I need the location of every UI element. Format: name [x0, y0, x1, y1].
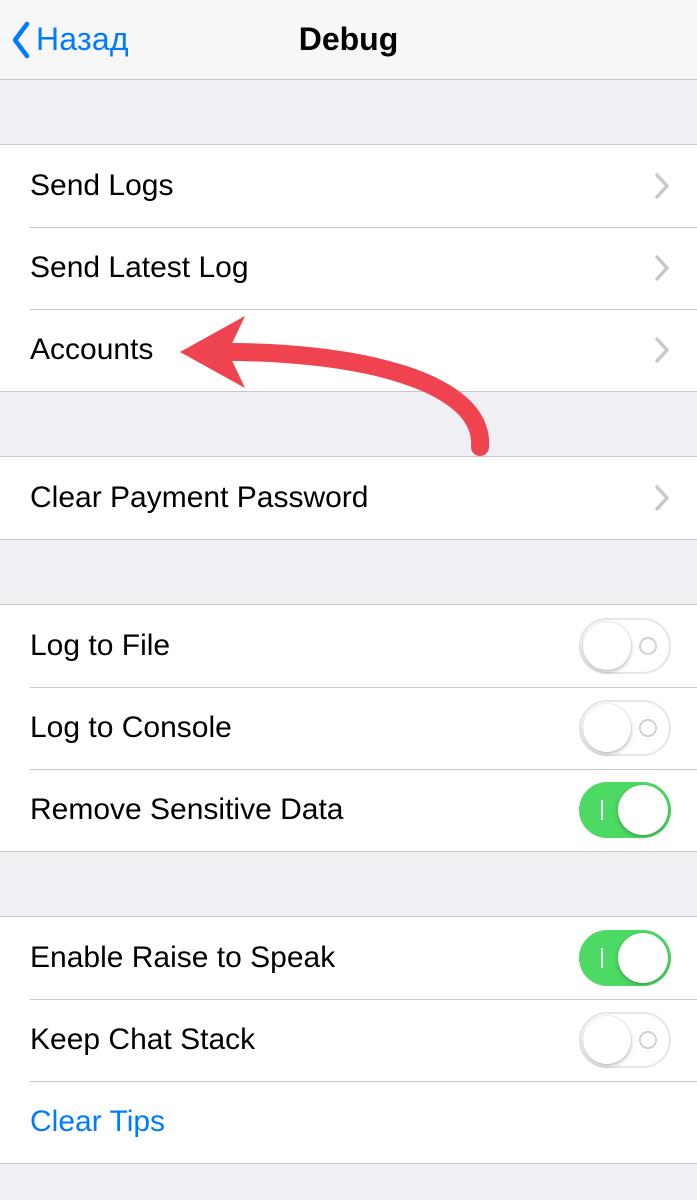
cell-label: Send Logs [30, 169, 173, 203]
cell-log-to-console[interactable]: Log to Console [0, 687, 697, 769]
cell-accounts[interactable]: Accounts [0, 309, 697, 391]
cell-label: Keep Chat Stack [30, 1023, 255, 1057]
switch-on[interactable] [579, 782, 671, 838]
cell-enable-raise-to-speak[interactable]: Enable Raise to Speak [0, 917, 697, 999]
back-label: Назад [36, 21, 129, 58]
cell-label: Clear Tips [30, 1105, 165, 1139]
settings-group: Clear Payment Password [0, 456, 697, 540]
settings-group: Log to File Log to Console Remove Sensitiv… [0, 604, 697, 852]
cell-label: Accounts [30, 333, 153, 367]
cell-label: Enable Raise to Speak [30, 941, 335, 975]
cell-label: Remove Sensitive Data [30, 793, 343, 827]
cell-label: Clear Payment Password [30, 481, 368, 515]
switch-on[interactable] [579, 930, 671, 986]
settings-group: Send Logs Send Latest Log Accounts [0, 144, 697, 392]
group-spacer [0, 852, 697, 916]
chevron-left-icon [10, 21, 32, 59]
cell-clear-payment-password[interactable]: Clear Payment Password [0, 457, 697, 539]
chevron-right-icon [653, 172, 671, 200]
settings-group: Enable Raise to Speak Keep Chat Stack Clea… [0, 916, 697, 1164]
cell-label: Log to File [30, 629, 170, 663]
switch-off[interactable] [579, 700, 671, 756]
cell-label: Send Latest Log [30, 251, 249, 285]
cell-label: Log to Console [30, 711, 232, 745]
cell-clear-tips[interactable]: Clear Tips [0, 1081, 697, 1163]
chevron-right-icon [653, 336, 671, 364]
back-button[interactable]: Назад [0, 21, 129, 59]
group-spacer [0, 540, 697, 604]
switch-off[interactable] [579, 1012, 671, 1068]
group-spacer [0, 392, 697, 456]
group-spacer [0, 80, 697, 144]
cell-keep-chat-stack[interactable]: Keep Chat Stack [0, 999, 697, 1081]
switch-off[interactable] [579, 618, 671, 674]
chevron-right-icon [653, 254, 671, 282]
navbar: Назад Debug [0, 0, 697, 80]
cell-remove-sensitive-data[interactable]: Remove Sensitive Data [0, 769, 697, 851]
cell-send-latest-log[interactable]: Send Latest Log [0, 227, 697, 309]
chevron-right-icon [653, 484, 671, 512]
cell-log-to-file[interactable]: Log to File [0, 605, 697, 687]
cell-send-logs[interactable]: Send Logs [0, 145, 697, 227]
